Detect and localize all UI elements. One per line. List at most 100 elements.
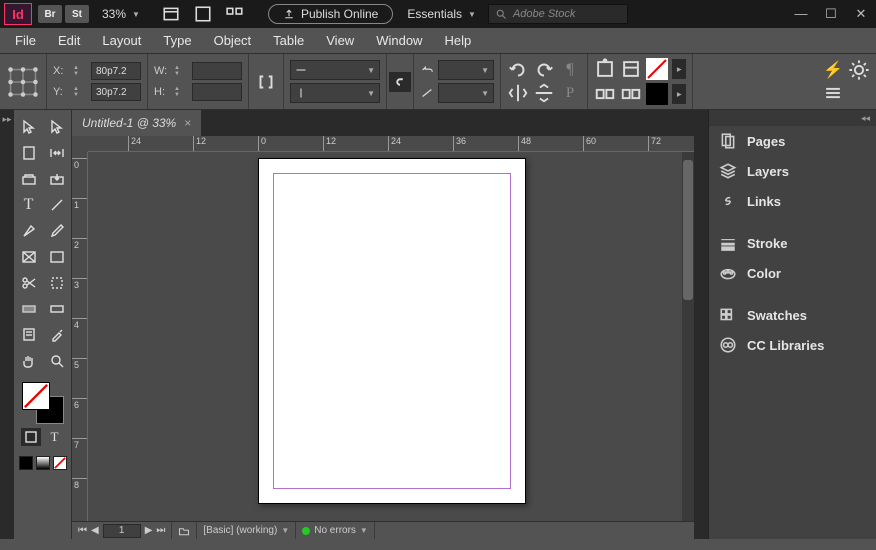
flip-vertical-icon[interactable] bbox=[533, 83, 555, 103]
apply-none-icon[interactable] bbox=[53, 456, 67, 470]
menu-view[interactable]: View bbox=[317, 30, 363, 51]
rectangle-tool[interactable] bbox=[45, 246, 69, 268]
panel-stroke[interactable]: Stroke bbox=[709, 228, 876, 258]
screen-mode-icon[interactable] bbox=[194, 5, 212, 23]
collapse-panels-icon[interactable]: ◂◂ bbox=[861, 113, 870, 124]
stock-badge[interactable]: St bbox=[65, 5, 89, 23]
publish-online-button[interactable]: Publish Online bbox=[268, 4, 393, 24]
zoom-select[interactable]: 33% ▼ bbox=[102, 7, 140, 21]
menu-help[interactable]: Help bbox=[435, 30, 480, 51]
select-content-icon[interactable] bbox=[620, 59, 642, 79]
panel-menu-icon[interactable] bbox=[822, 83, 844, 103]
preflight-profile[interactable]: [Basic] (working) bbox=[203, 525, 277, 536]
menu-window[interactable]: Window bbox=[367, 30, 431, 51]
content-placer-tool[interactable] bbox=[45, 168, 69, 190]
page-next-icon[interactable]: ▶ bbox=[145, 525, 153, 536]
menu-file[interactable]: File bbox=[6, 30, 45, 51]
reference-point-grid[interactable] bbox=[6, 65, 40, 99]
chevron-down-icon[interactable]: ▼ bbox=[360, 526, 368, 535]
w-field[interactable] bbox=[192, 62, 242, 80]
y-field[interactable]: 30p7.2 bbox=[91, 83, 141, 101]
menu-edit[interactable]: Edit bbox=[49, 30, 89, 51]
page-first-icon[interactable]: ⏮ bbox=[78, 525, 87, 536]
panel-links[interactable]: Links bbox=[709, 186, 876, 216]
expand-tools-icon[interactable]: ▸▸ bbox=[2, 114, 11, 125]
apply-color-icon[interactable] bbox=[19, 456, 33, 470]
fill-swatch[interactable] bbox=[646, 58, 668, 80]
panel-color[interactable]: Color bbox=[709, 258, 876, 288]
pencil-tool[interactable] bbox=[45, 220, 69, 242]
rotate-cw-icon[interactable] bbox=[533, 60, 555, 80]
line-tool[interactable] bbox=[45, 194, 69, 216]
hand-tool[interactable] bbox=[17, 350, 41, 372]
view-options-icon[interactable] bbox=[226, 5, 244, 23]
rotate-dropdown[interactable]: ▼ bbox=[438, 60, 494, 80]
stock-search-input[interactable]: Adobe Stock bbox=[488, 4, 628, 24]
page-tool[interactable] bbox=[17, 142, 41, 164]
flip-horizontal-icon[interactable] bbox=[507, 83, 529, 103]
preflight-errors[interactable]: No errors bbox=[314, 525, 356, 536]
maximize-button[interactable]: ☐ bbox=[820, 6, 842, 22]
page[interactable] bbox=[258, 158, 526, 504]
gradient-feather-tool[interactable] bbox=[45, 298, 69, 320]
direct-selection-tool[interactable] bbox=[45, 116, 69, 138]
rotate-ccw-icon[interactable] bbox=[507, 60, 529, 80]
scissors-tool[interactable] bbox=[17, 272, 41, 294]
note-tool[interactable] bbox=[17, 324, 41, 346]
minimize-button[interactable]: — bbox=[790, 6, 812, 22]
panel-layers[interactable]: Layers bbox=[709, 156, 876, 186]
pen-tool[interactable] bbox=[17, 220, 41, 242]
selection-tool[interactable] bbox=[17, 116, 41, 138]
zoom-tool[interactable] bbox=[45, 350, 69, 372]
page-last-icon[interactable]: ⏭ bbox=[156, 525, 165, 536]
formatting-text-icon[interactable]: T bbox=[45, 428, 65, 446]
panel-swatches[interactable]: Swatches bbox=[709, 300, 876, 330]
chevron-down-icon[interactable]: ▼ bbox=[281, 526, 289, 535]
page-number-field[interactable]: 1 bbox=[103, 524, 141, 538]
open-icon[interactable] bbox=[178, 525, 190, 537]
bridge-badge[interactable]: Br bbox=[38, 5, 62, 23]
scale-x-dropdown[interactable]: ▼ bbox=[290, 60, 380, 80]
ruler-horizontal[interactable]: 24 12 0 12 24 36 48 60 72 bbox=[88, 136, 694, 152]
fill-swatch-expand[interactable]: ▼ bbox=[672, 59, 686, 79]
link-icon[interactable] bbox=[389, 72, 411, 92]
content-collector-tool[interactable] bbox=[17, 168, 41, 190]
scrollbar-vertical[interactable] bbox=[682, 152, 694, 521]
free-transform-tool[interactable] bbox=[45, 272, 69, 294]
quick-apply-icon[interactable]: ⚡ bbox=[822, 60, 844, 80]
page-prev-icon[interactable]: ◀ bbox=[91, 525, 99, 536]
stroke-swatch[interactable] bbox=[646, 83, 668, 105]
panel-pages[interactable]: Pages bbox=[709, 126, 876, 156]
formatting-container-icon[interactable] bbox=[21, 428, 41, 446]
close-tab-icon[interactable]: × bbox=[184, 116, 191, 130]
arrange-documents-icon[interactable] bbox=[162, 5, 180, 23]
apply-gradient-icon[interactable] bbox=[36, 456, 50, 470]
document-tab[interactable]: Untitled-1 @ 33% × bbox=[72, 110, 201, 136]
fill-stroke-swatch[interactable] bbox=[22, 382, 64, 424]
rectangle-frame-tool[interactable] bbox=[17, 246, 41, 268]
select-container-icon[interactable] bbox=[594, 59, 616, 79]
ruler-vertical[interactable]: 0 1 2 3 4 5 6 7 8 bbox=[72, 152, 88, 521]
constrain-proportions-icon[interactable] bbox=[255, 72, 277, 92]
gap-tool[interactable] bbox=[45, 142, 69, 164]
eyedropper-tool[interactable] bbox=[45, 324, 69, 346]
close-button[interactable]: ✕ bbox=[850, 6, 872, 22]
select-previous-icon[interactable] bbox=[594, 84, 616, 104]
menu-type[interactable]: Type bbox=[154, 30, 200, 51]
canvas[interactable] bbox=[88, 152, 694, 521]
gradient-swatch-tool[interactable] bbox=[17, 298, 41, 320]
menu-table[interactable]: Table bbox=[264, 30, 313, 51]
menu-object[interactable]: Object bbox=[205, 30, 261, 51]
select-next-icon[interactable] bbox=[620, 84, 642, 104]
workspace-switcher[interactable]: Essentials ▼ bbox=[407, 7, 476, 21]
stroke-swatch-expand[interactable]: ▼ bbox=[672, 84, 686, 104]
x-field[interactable]: 80p7.2 bbox=[91, 62, 141, 80]
paragraph-style-icon[interactable]: ¶ bbox=[559, 60, 581, 80]
menu-layout[interactable]: Layout bbox=[93, 30, 150, 51]
scale-y-dropdown[interactable]: ▼ bbox=[290, 83, 380, 103]
panel-cc-libraries[interactable]: CC Libraries bbox=[709, 330, 876, 360]
type-tool[interactable]: T bbox=[17, 194, 41, 216]
settings-icon[interactable] bbox=[848, 60, 870, 80]
shear-dropdown[interactable]: ▼ bbox=[438, 83, 494, 103]
h-field[interactable] bbox=[192, 83, 242, 101]
